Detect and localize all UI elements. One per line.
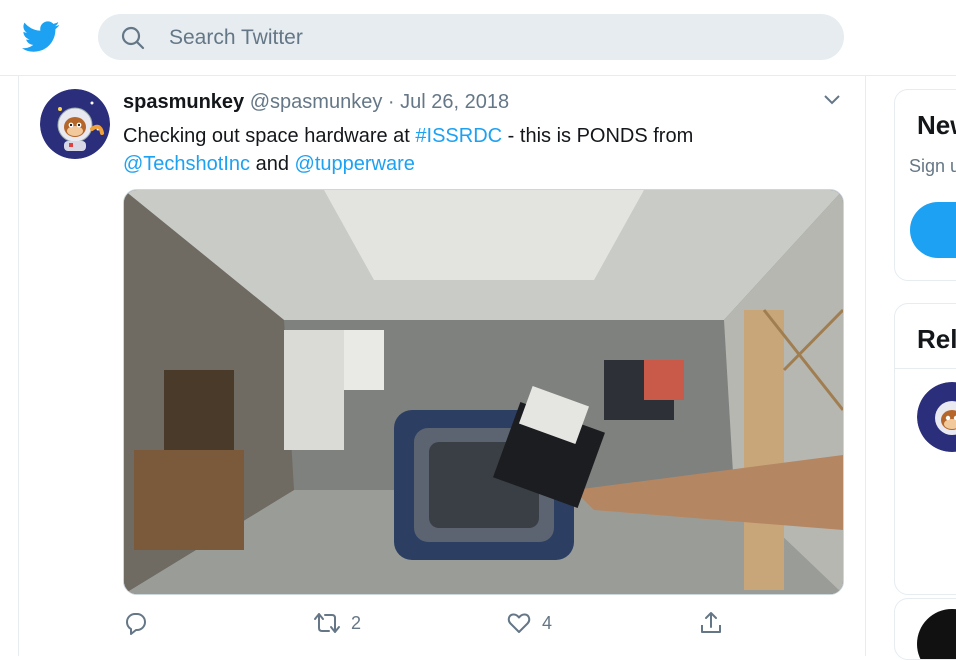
related-card-2 bbox=[894, 598, 956, 660]
divider bbox=[895, 368, 956, 369]
signup-button[interactable] bbox=[910, 202, 956, 258]
twitter-bird-icon[interactable] bbox=[22, 20, 60, 54]
card-title-relevant: Rel bbox=[917, 324, 956, 354]
chevron-down-icon[interactable] bbox=[822, 92, 842, 106]
related-avatar-2[interactable] bbox=[917, 609, 956, 659]
mention-link-tupperware[interactable]: @tupperware bbox=[295, 153, 415, 175]
hashtag-link[interactable]: #ISSRDC bbox=[415, 125, 502, 147]
reply-icon bbox=[126, 613, 146, 635]
share-icon bbox=[701, 612, 721, 633]
retweet-button[interactable]: 2 bbox=[313, 606, 361, 640]
tweet-header: spasmunkey @spasmunkey · Jul 26, 2018 bbox=[123, 91, 509, 114]
tweet-text-part1: Checking out space hardware at bbox=[123, 125, 416, 147]
tweet-text: Checking out space hardware at #ISSRDC -… bbox=[123, 122, 843, 178]
card-title-new: New bbox=[917, 110, 956, 140]
tweet-actions: 2 4 bbox=[123, 606, 743, 640]
retweet-count: 2 bbox=[351, 612, 362, 633]
search-placeholder: Search Twitter bbox=[169, 26, 303, 49]
signup-text: Sign u bbox=[909, 156, 956, 176]
like-count: 4 bbox=[542, 612, 553, 633]
user-handle[interactable]: @spasmunkey bbox=[250, 91, 383, 113]
reply-button[interactable] bbox=[123, 606, 149, 640]
tweet-photo[interactable] bbox=[123, 189, 844, 595]
share-button[interactable] bbox=[698, 606, 724, 640]
related-avatar[interactable] bbox=[917, 382, 956, 452]
tweet-date[interactable]: Jul 26, 2018 bbox=[400, 91, 509, 113]
search-input[interactable]: Search Twitter bbox=[98, 14, 844, 60]
top-header: Search Twitter bbox=[0, 0, 956, 76]
separator-dot: · bbox=[387, 91, 395, 113]
like-button[interactable]: 4 bbox=[506, 606, 552, 640]
mention-link-techshot[interactable]: @TechshotInc bbox=[123, 153, 250, 175]
heart-icon bbox=[507, 613, 531, 633]
tweet-text-part3: and bbox=[250, 153, 295, 175]
relevant-people-card: Rel bbox=[894, 303, 956, 595]
display-name[interactable]: spasmunkey bbox=[123, 91, 244, 113]
tweet-text-part2: - this is PONDS from bbox=[502, 125, 694, 147]
avatar[interactable] bbox=[40, 89, 110, 159]
new-to-twitter-card: New Sign u bbox=[894, 89, 956, 281]
retweet-icon bbox=[314, 613, 340, 633]
search-icon bbox=[121, 26, 145, 50]
